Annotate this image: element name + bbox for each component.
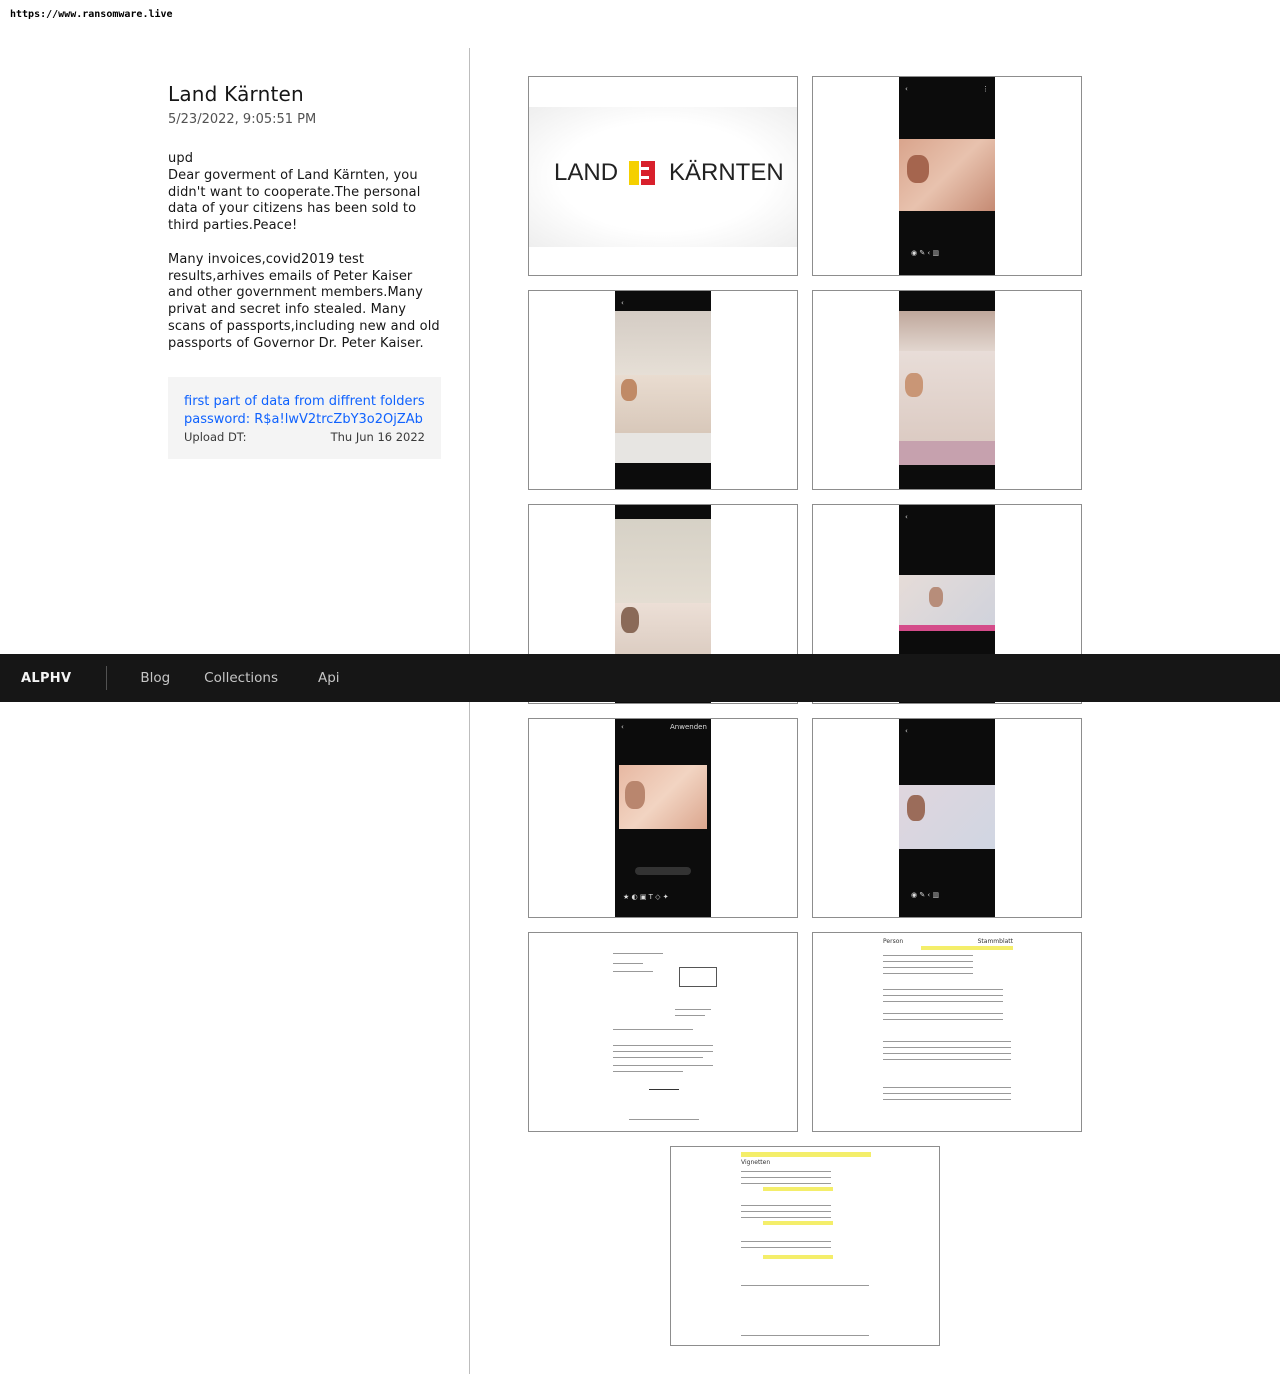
- gallery-image-passport-2[interactable]: ‹: [528, 290, 798, 490]
- post-description: upd Dear goverment of Land Kärnten, you …: [168, 151, 440, 351]
- gallery-image-person-sheet[interactable]: Person Stammblatt: [812, 932, 1082, 1132]
- gallery-image-passport-1[interactable]: ‹ ⋮ ◉ ✎ ‹ ▥: [812, 76, 1082, 276]
- download-link[interactable]: first part of data from diffrent folders: [184, 393, 425, 411]
- logo-text-land: LAND: [554, 159, 619, 186]
- logo-red-block: [641, 161, 655, 185]
- post-title: Land Kärnten: [168, 82, 304, 106]
- nav-separator: [106, 666, 108, 690]
- logo-text-kaernten: KÄRNTEN: [669, 159, 784, 186]
- url-watermark: https://www.ransomware.live: [10, 9, 173, 20]
- doc-vignetten-title: Vignetten: [741, 1159, 771, 1166]
- post-panel: Land Kärnten 5/23/2022, 9:05:51 PM upd D…: [168, 80, 441, 459]
- nav-link-blog[interactable]: Blog: [124, 670, 186, 686]
- doc-person-title: Person: [883, 938, 904, 945]
- post-date: 5/23/2022, 9:05:51 PM: [168, 112, 317, 127]
- upload-meta: Upload DT: Thu Jun 16 2022: [184, 429, 425, 445]
- download-tile: first part of data from diffrent folders…: [168, 376, 441, 459]
- top-navbar: ALPHV Blog Collections Api: [0, 654, 1280, 702]
- gallery-image-passport-3[interactable]: [812, 290, 1082, 490]
- brand-logo[interactable]: ALPHV: [0, 671, 92, 686]
- nav-link-collections[interactable]: Collections: [188, 670, 294, 686]
- gallery-image-passport-6[interactable]: ‹ Anwenden ★ ◐ ▣ T ◇ ✦: [528, 718, 798, 918]
- gallery-image-vignetten-sheet[interactable]: Vignetten: [670, 1146, 940, 1346]
- nav-link-api[interactable]: Api: [302, 670, 356, 686]
- gallery-image-passport-7[interactable]: ‹ ◉ ✎ ‹ ▥: [812, 718, 1082, 918]
- upload-date: Thu Jun 16 2022: [330, 429, 425, 444]
- doc-stammblatt-title: Stammblatt: [977, 938, 1013, 945]
- gallery-image-logo[interactable]: LAND KÄRNTEN: [528, 76, 798, 276]
- password-link[interactable]: password: R$a!lwV2trcZbY3o2OjZAb: [184, 411, 425, 429]
- column-divider: [469, 48, 470, 1374]
- logo-yellow-bar: [629, 161, 639, 185]
- upload-label: Upload DT:: [184, 429, 247, 444]
- gallery-image-letter[interactable]: [528, 932, 798, 1132]
- apply-label: Anwenden: [670, 723, 707, 731]
